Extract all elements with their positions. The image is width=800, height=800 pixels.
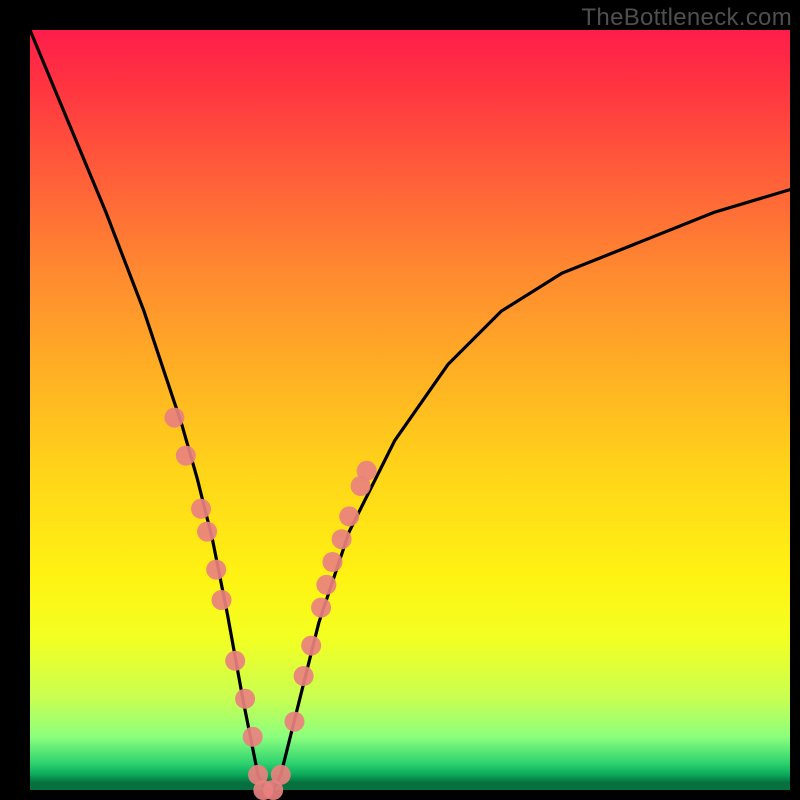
- marker-dot: [284, 712, 304, 732]
- marker-dot: [332, 529, 352, 549]
- marker-dot: [301, 636, 321, 656]
- marker-dot: [311, 598, 331, 618]
- plot-area: [30, 30, 790, 790]
- chart-frame: TheBottleneck.com: [0, 0, 800, 800]
- marker-dot: [176, 446, 196, 466]
- marker-dot: [235, 689, 255, 709]
- chart-svg: [30, 30, 790, 790]
- marker-dot: [357, 461, 377, 481]
- marker-dot: [164, 408, 184, 428]
- marker-dot: [243, 727, 263, 747]
- marker-dot: [191, 499, 211, 519]
- highlighted-points: [164, 408, 376, 800]
- marker-dot: [197, 522, 217, 542]
- marker-dot: [294, 666, 314, 686]
- marker-dot: [316, 575, 336, 595]
- marker-dot: [271, 765, 291, 785]
- marker-dot: [339, 506, 359, 526]
- marker-dot: [212, 590, 232, 610]
- watermark-label: TheBottleneck.com: [581, 4, 792, 32]
- marker-dot: [322, 552, 342, 572]
- marker-dot: [206, 560, 226, 580]
- bottleneck-curve: [30, 30, 790, 790]
- marker-dot: [225, 651, 245, 671]
